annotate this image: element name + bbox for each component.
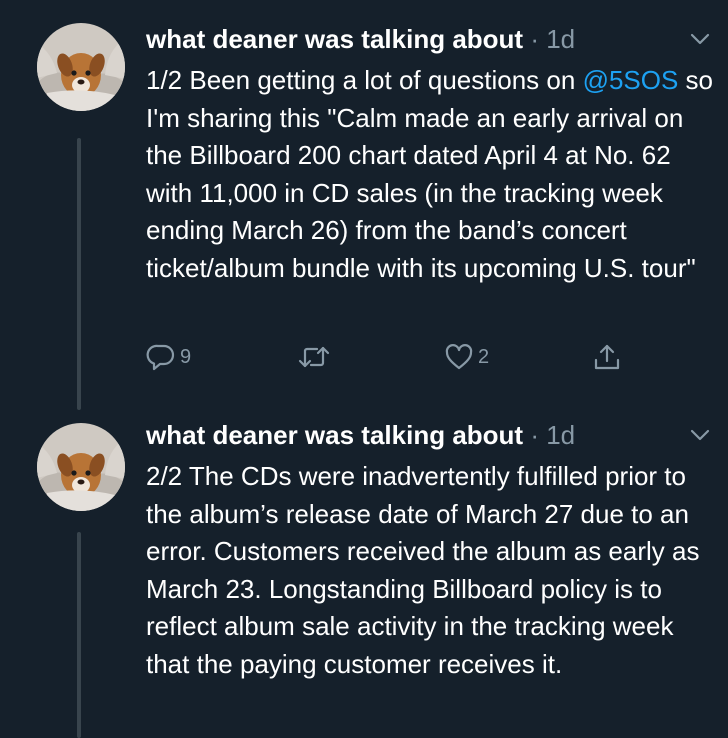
mention-link[interactable]: @5SOS (583, 65, 679, 95)
author-name[interactable]: what deaner was talking about (146, 24, 523, 54)
like-count: 2 (478, 345, 490, 368)
share-icon (594, 344, 620, 370)
tweet[interactable]: what deaner was talking about · 1d 1/2 B… (0, 0, 728, 410)
like-button[interactable]: 2 (444, 340, 489, 374)
tweet-text-suffix: so I'm sharing this "Calm made an early … (146, 65, 714, 283)
chevron-down-icon[interactable] (690, 32, 710, 46)
retweet-button[interactable] (298, 340, 330, 374)
reply-count: 9 (180, 345, 192, 368)
tweet-actions: 9 2 (146, 340, 646, 374)
timestamp[interactable]: 1d (546, 420, 575, 450)
avatar[interactable] (37, 423, 125, 511)
thread-line (77, 532, 81, 738)
tweet-text-prefix: 1/2 Been getting a lot of questions on (146, 65, 576, 95)
timestamp[interactable]: 1d (546, 24, 575, 54)
tweet-text: 1/2 Been getting a lot of questions on @… (146, 62, 721, 287)
author-name[interactable]: what deaner was talking about (146, 420, 523, 450)
retweet-icon (298, 346, 330, 368)
separator: · (530, 24, 539, 54)
reply-icon (146, 344, 175, 371)
tweet-text: 2/2 The CDs were inadvertently fulfilled… (146, 461, 700, 679)
avatar[interactable] (37, 23, 125, 111)
like-icon (445, 344, 473, 370)
chevron-down-icon[interactable] (690, 428, 710, 442)
dog-avatar-image (37, 423, 125, 511)
separator: · (530, 420, 539, 450)
share-button[interactable] (592, 340, 622, 374)
tweet-header: what deaner was talking about · 1d (146, 418, 575, 452)
timeline: what deaner was talking about · 1d 1/2 B… (0, 0, 728, 738)
tweet-header: what deaner was talking about · 1d (146, 22, 575, 56)
dog-avatar-image (37, 23, 125, 111)
reply-button[interactable]: 9 (146, 340, 191, 374)
thread-line (77, 138, 81, 410)
tweet[interactable]: what deaner was talking about · 1d 2/2 T… (0, 410, 728, 738)
